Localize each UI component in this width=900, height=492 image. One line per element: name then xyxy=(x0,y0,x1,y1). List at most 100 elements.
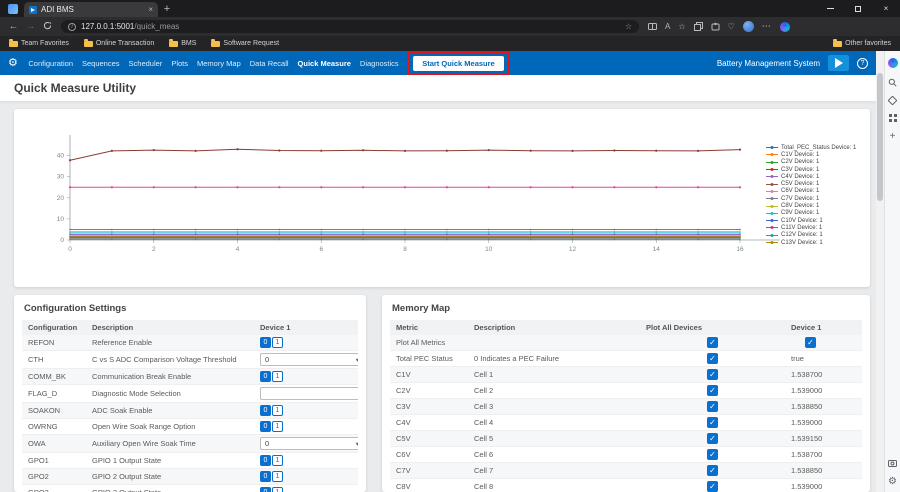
favorite-online-transaction[interactable]: Online Transaction xyxy=(84,40,154,47)
site-info-icon[interactable]: i xyxy=(68,23,76,31)
checkbox-plot-all[interactable] xyxy=(707,337,718,348)
legend-item-c13v-device-1[interactable]: C13V Device: 1 xyxy=(766,239,864,246)
memory-header-row: MetricDescriptionPlot All DevicesDevice … xyxy=(390,320,862,335)
input-flag-d[interactable] xyxy=(260,387,358,400)
settings-gear-icon[interactable]: ⚙ xyxy=(888,477,897,487)
collections-icon[interactable] xyxy=(694,22,703,31)
toggle-option-0[interactable]: 0 xyxy=(260,471,271,482)
start-quick-measure-button[interactable]: Start Quick Measure xyxy=(413,56,504,71)
nav-item-configuration[interactable]: Configuration xyxy=(24,59,78,68)
checkbox-plot-all[interactable] xyxy=(707,449,718,460)
select-cth[interactable]: 0▾ xyxy=(260,353,358,366)
checkbox-device1[interactable] xyxy=(805,337,816,348)
legend-item-c10v-device-1[interactable]: C10V Device: 1 xyxy=(766,217,864,224)
checkbox-plot-all[interactable] xyxy=(707,417,718,428)
copilot-icon[interactable] xyxy=(780,22,790,32)
legend-item-c12v-device-1[interactable]: C12V Device: 1 xyxy=(766,232,864,239)
toggle-gpo2[interactable]: 01 xyxy=(260,471,283,482)
gear-icon[interactable]: ⚙ xyxy=(8,58,18,69)
bookmark-star-icon[interactable]: ☆ xyxy=(625,23,632,31)
toggle-owrng[interactable]: 01 xyxy=(260,421,283,432)
checkbox-plot-all[interactable] xyxy=(707,481,718,492)
toggle-option-1[interactable]: 1 xyxy=(272,487,283,492)
maximize-button[interactable] xyxy=(844,0,872,17)
toggle-soakon[interactable]: 01 xyxy=(260,405,283,416)
toggle-option-0[interactable]: 0 xyxy=(260,421,271,432)
checkbox-plot-all[interactable] xyxy=(707,369,718,380)
toggle-refon[interactable]: 01 xyxy=(260,337,283,348)
toggle-option-0[interactable]: 0 xyxy=(260,487,271,492)
legend-item-c2v-device-1[interactable]: C2V Device: 1 xyxy=(766,159,864,166)
toggle-option-1[interactable]: 1 xyxy=(272,421,283,432)
page-scrollbar[interactable] xyxy=(876,51,884,492)
new-tab-button[interactable]: + xyxy=(158,3,176,17)
chevron-down-icon: ▾ xyxy=(356,356,358,364)
back-button[interactable]: ← xyxy=(5,21,22,32)
metric-description: Cell 3 xyxy=(468,399,640,415)
tab-close-icon[interactable]: × xyxy=(148,6,153,14)
legend-item-c6v-device-1[interactable]: C6V Device: 1 xyxy=(766,188,864,195)
toggle-option-0[interactable]: 0 xyxy=(260,405,271,416)
legend-item-c11v-device-1[interactable]: C11V Device: 1 xyxy=(766,224,864,231)
split-screen-icon[interactable] xyxy=(648,22,657,31)
nav-item-diagnostics[interactable]: Diagnostics xyxy=(355,59,403,68)
config-description: GPIO 1 Output State xyxy=(86,453,254,469)
toggle-option-0[interactable]: 0 xyxy=(260,371,271,382)
legend-item-c8v-device-1[interactable]: C8V Device: 1 xyxy=(766,202,864,209)
favorite-software-request[interactable]: Software Request xyxy=(211,40,279,47)
toggle-option-0[interactable]: 0 xyxy=(260,455,271,466)
browser-essentials-icon[interactable]: ♡ xyxy=(728,23,735,31)
toggle-comm-bk[interactable]: 01 xyxy=(260,371,283,382)
select-owa[interactable]: 0▾ xyxy=(260,437,358,450)
legend-item-c3v-device-1[interactable]: C3V Device: 1 xyxy=(766,166,864,173)
settings-more-icon[interactable]: ⋯ xyxy=(762,21,772,32)
toggle-gpo3[interactable]: 01 xyxy=(260,487,283,492)
legend-item-c5v-device-1[interactable]: C5V Device: 1 xyxy=(766,180,864,187)
legend-item-c7v-device-1[interactable]: C7V Device: 1 xyxy=(766,195,864,202)
scrollbar-thumb[interactable] xyxy=(877,73,883,201)
legend-item-total-pec-status-device-1[interactable]: Total_PEC_Status Device: 1 xyxy=(766,144,864,151)
legend-item-c1v-device-1[interactable]: C1V Device: 1 xyxy=(766,151,864,158)
toggle-option-0[interactable]: 0 xyxy=(260,337,271,348)
nav-item-quick-measure[interactable]: Quick Measure xyxy=(293,59,355,68)
favorites-icon[interactable]: ☆ xyxy=(678,23,685,31)
nav-item-memory-map[interactable]: Memory Map xyxy=(193,59,246,68)
checkbox-plot-all[interactable] xyxy=(707,353,718,364)
toggle-option-1[interactable]: 1 xyxy=(272,471,283,482)
favorite-team-favorites[interactable]: Team Favorites xyxy=(9,40,69,47)
nav-item-scheduler[interactable]: Scheduler xyxy=(124,59,167,68)
apps-icon[interactable] xyxy=(889,114,897,122)
other-favorites[interactable]: Other favorites xyxy=(833,40,891,47)
toggle-option-1[interactable]: 1 xyxy=(272,455,283,466)
legend-item-c4v-device-1[interactable]: C4V Device: 1 xyxy=(766,173,864,180)
nav-item-plots[interactable]: Plots xyxy=(167,59,193,68)
checkbox-plot-all[interactable] xyxy=(707,465,718,476)
checkbox-plot-all[interactable] xyxy=(707,385,718,396)
help-icon[interactable]: ? xyxy=(857,58,868,69)
forward-button[interactable]: → xyxy=(22,21,39,32)
address-bar[interactable]: i 127.0.0.1:5001/quick_meas ☆ xyxy=(61,20,639,33)
profile-avatar[interactable] xyxy=(743,21,754,32)
checkbox-plot-all[interactable] xyxy=(707,433,718,444)
checkbox-plot-all[interactable] xyxy=(707,401,718,412)
copilot-icon[interactable] xyxy=(888,58,898,68)
refresh-button[interactable] xyxy=(39,21,56,33)
toggle-option-1[interactable]: 1 xyxy=(272,405,283,416)
nav-item-data-recall[interactable]: Data Recall xyxy=(245,59,293,68)
search-icon[interactable] xyxy=(888,78,897,87)
favorite-bms[interactable]: BMS xyxy=(169,40,196,47)
minimize-button[interactable] xyxy=(816,0,844,17)
toggle-gpo1[interactable]: 01 xyxy=(260,455,283,466)
extensions-icon[interactable] xyxy=(711,22,720,31)
shopping-icon[interactable] xyxy=(889,97,896,104)
add-icon[interactable]: + xyxy=(890,132,896,142)
nav-item-sequences[interactable]: Sequences xyxy=(78,59,125,68)
close-button[interactable]: × xyxy=(872,0,900,17)
legend-item-c9v-device-1[interactable]: C9V Device: 1 xyxy=(766,210,864,217)
screenshot-icon[interactable] xyxy=(888,459,897,467)
toggle-option-1[interactable]: 1 xyxy=(272,337,283,348)
browser-tab[interactable]: ADI BMS × xyxy=(24,2,158,17)
read-aloud-icon[interactable]: A xyxy=(665,23,670,31)
toggle-option-1[interactable]: 1 xyxy=(272,371,283,382)
workspaces-icon[interactable] xyxy=(8,4,18,14)
